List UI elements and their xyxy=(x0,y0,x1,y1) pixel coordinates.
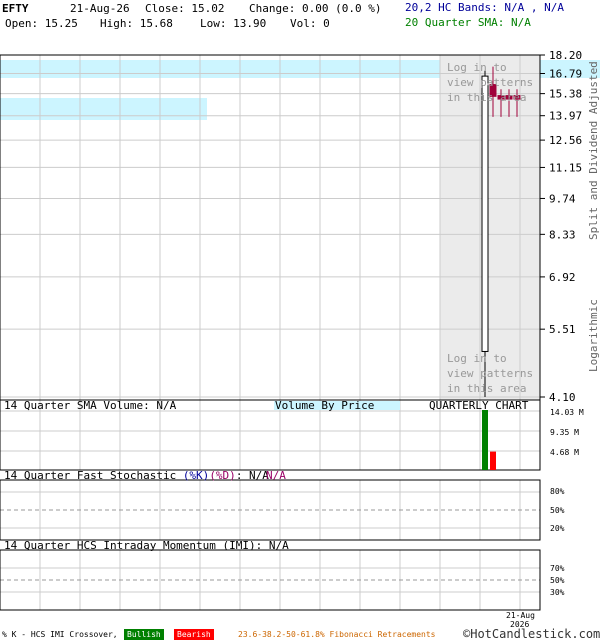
patterns-text-line: view patterns xyxy=(447,76,533,89)
stochastic-tick: 50% xyxy=(550,506,565,515)
price-tick-label: 15.38 xyxy=(549,88,582,101)
volume-tick: 9.35 M xyxy=(550,428,579,437)
price-tick-label: 5.51 xyxy=(549,323,576,336)
stochastic-k-label: (%K) xyxy=(183,469,210,482)
low-label: Low: 13.90 xyxy=(200,17,266,30)
imi-grid xyxy=(0,550,540,610)
volume-by-price-label: Volume By Price xyxy=(275,399,374,412)
high-label: High: 15.68 xyxy=(100,17,173,30)
patterns-text-line: in this area xyxy=(447,382,526,395)
x-axis-date: 21-Aug xyxy=(506,611,535,620)
stochastic-title: 14 Quarter Fast Stochastic (%K)(%D): N/A xyxy=(4,469,269,482)
logarithmic-label: Logarithmic xyxy=(587,299,600,372)
patterns-text-line: Log in to xyxy=(447,352,507,365)
quarterly-candlestick-chart: EFTY 21-Aug-26 Close: 15.02 Change: 0.00… xyxy=(0,1,600,640)
imi-tick: 70% xyxy=(550,564,565,573)
patterns-text-line: Log in to xyxy=(447,61,507,74)
quarterly-chart-label: QUARTERLY CHART xyxy=(429,399,529,412)
stochastic-d-value: N/A xyxy=(266,469,286,482)
hc-bands-label: 20,2 HC Bands: N/A , N/A xyxy=(405,1,564,14)
price-panel: 18.20 16.79 15.38 13.97 12.56 11.15 9.74 8.33 6.… xyxy=(0,49,600,404)
stochastic-tick: 20% xyxy=(550,524,565,533)
volume-bars xyxy=(482,410,496,470)
patterns-area xyxy=(440,55,540,400)
stochastic-tick: 80% xyxy=(550,487,565,496)
stochastic-panel: 14 Quarter Fast Stochastic (%K)(%D): N/A… xyxy=(0,469,565,541)
stochastic-d-label: (%D) xyxy=(209,469,236,482)
split-adjusted-label: Split and Dividend Adjusted xyxy=(587,61,600,240)
price-tick-label: 4.10 xyxy=(549,391,576,404)
imi-panel: 14 Quarter HCS Intraday Momentum (IMI): … xyxy=(0,539,565,611)
volume-tick: 4.68 M xyxy=(550,448,579,457)
price-tick-label: 11.15 xyxy=(549,161,582,174)
volume-panel: 14 Quarter SMA Volume: N/A Volume By Pri… xyxy=(0,399,584,471)
volume-bar xyxy=(490,451,496,470)
crossover-label: % K - HCS IMI Crossover, xyxy=(2,630,118,639)
price-tick-label: 16.79 xyxy=(549,68,582,81)
copyright-label[interactable]: ©HotCandlestick.com xyxy=(463,627,600,640)
stochastic-title-text: 14 Quarter Fast Stochastic xyxy=(4,469,183,482)
price-tick-label: 18.20 xyxy=(549,49,582,62)
price-tick-label: 6.92 xyxy=(549,271,576,284)
bearish-label: Bearish xyxy=(177,630,211,639)
vol-label: Vol: 0 xyxy=(290,17,330,30)
price-axis: 18.20 16.79 15.38 13.97 12.56 11.15 9.74 8.33 6.… xyxy=(540,49,582,404)
imi-tick: 30% xyxy=(550,588,565,597)
bullish-label: Bullish xyxy=(127,630,161,639)
patterns-text-line: view patterns xyxy=(447,367,533,380)
imi-title: 14 Quarter HCS Intraday Momentum (IMI): … xyxy=(4,539,289,552)
volume-sma-label: 14 Quarter SMA Volume: N/A xyxy=(4,399,177,412)
date-label: 21-Aug-26 xyxy=(70,2,130,15)
volume-bar xyxy=(482,410,488,470)
price-tick-label: 9.74 xyxy=(549,192,576,205)
close-label: Close: 15.02 xyxy=(145,2,224,15)
sma-label: 20 Quarter SMA: N/A xyxy=(405,16,531,29)
candle-body xyxy=(481,75,489,352)
price-tick-label: 13.97 xyxy=(549,110,582,123)
price-tick-label: 8.33 xyxy=(549,228,576,241)
fibonacci-label: 23.6-38.2-50-61.8% Fibonacci Retracement… xyxy=(238,630,436,639)
imi-tick: 50% xyxy=(550,576,565,585)
symbol-label: EFTY xyxy=(2,2,29,15)
open-label: Open: 15.25 xyxy=(5,17,78,30)
price-tick-label: 12.56 xyxy=(549,134,582,147)
hc-band-left-area xyxy=(0,98,207,120)
stochastic-k-value: : N/A xyxy=(236,469,269,482)
footer: 21-Aug 2026 % K - HCS IMI Crossover, Bul… xyxy=(2,611,600,640)
stochastic-grid xyxy=(0,480,540,540)
patterns-text-line: in this area xyxy=(447,91,526,104)
change-label: Change: 0.00 (0.0 %) xyxy=(249,2,381,15)
volume-tick: 14.03 M xyxy=(550,408,584,417)
